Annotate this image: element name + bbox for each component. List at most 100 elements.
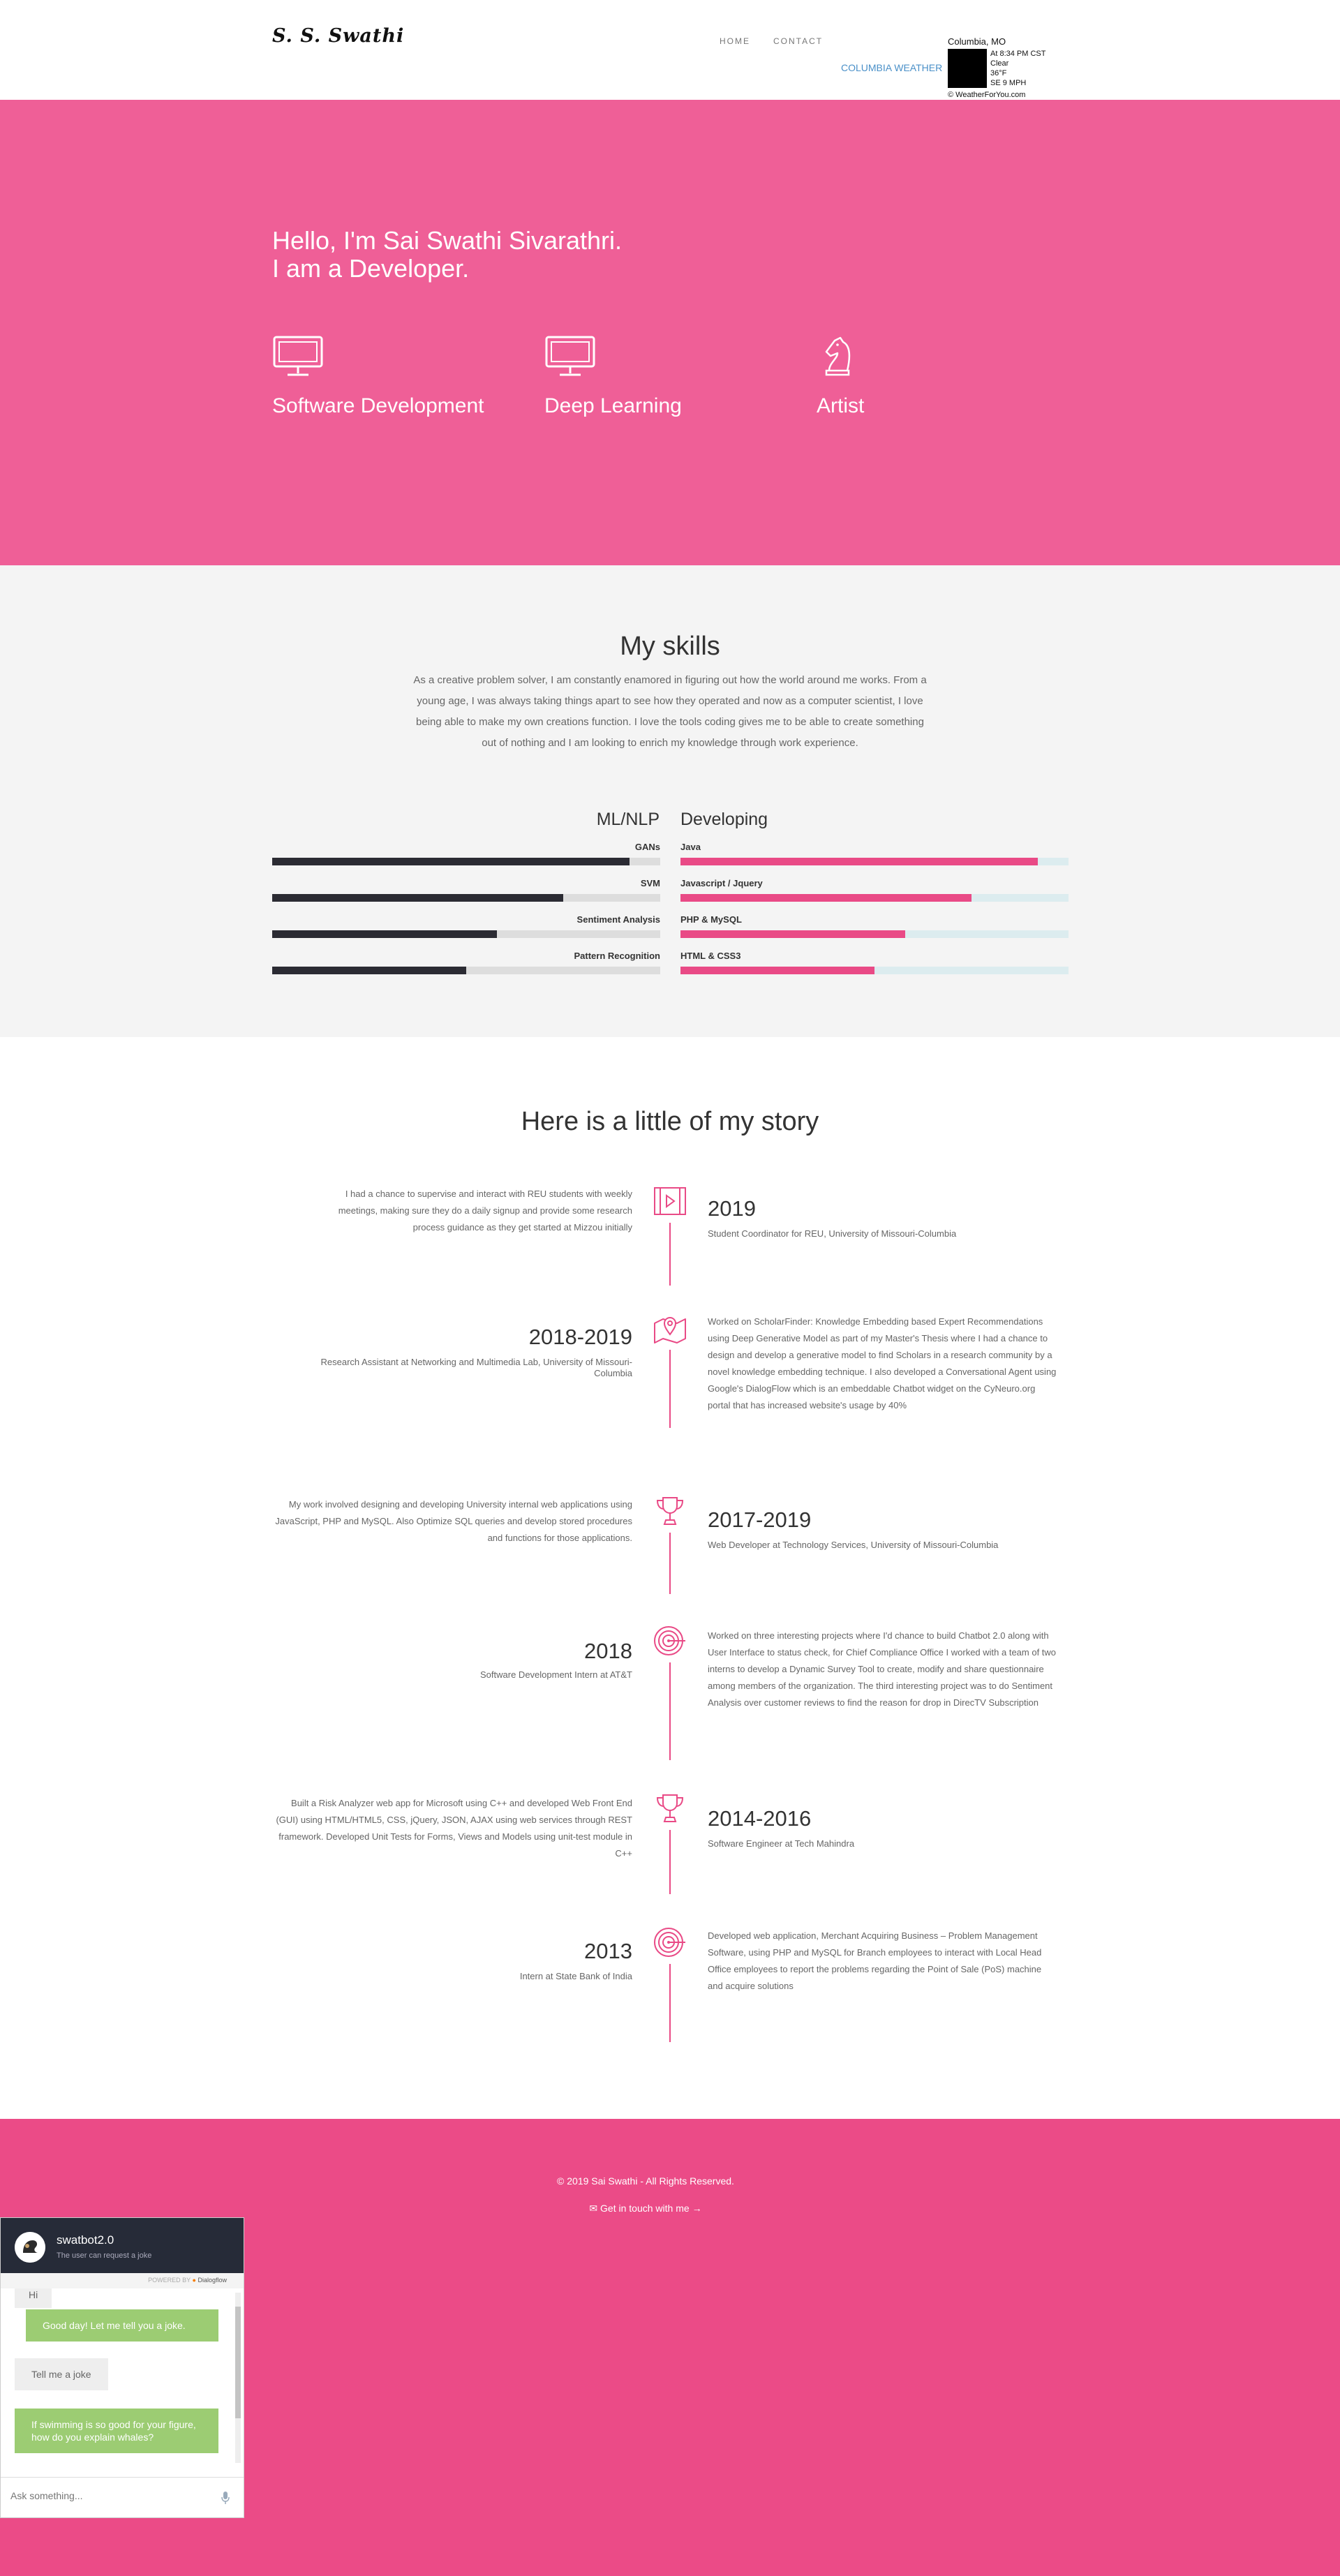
skill-fill: [272, 967, 466, 974]
skill-fill: [272, 894, 563, 902]
weather-source[interactable]: © WeatherForYou.com: [948, 91, 1025, 99]
chat-scrollbar[interactable]: [235, 2293, 241, 2463]
chatbot-name: swatbot2.0: [57, 2233, 114, 2247]
skill-bar-javascript: Javascript / Jquery: [680, 878, 1069, 902]
skill-fill: [680, 930, 906, 938]
top-nav: S. S. Swathi HOME CONTACT COLUMBIA WEATH…: [0, 0, 1340, 100]
service-software-development: Software Development: [272, 335, 496, 417]
hero-line-2: I am a Developer.: [272, 254, 470, 283]
timeline-year: 2018-2019: [528, 1325, 632, 1349]
nav-contact-link[interactable]: CONTACT: [773, 36, 823, 46]
skill-track: [272, 967, 660, 974]
bot-avatar: [15, 2232, 45, 2263]
skill-track: [272, 894, 660, 902]
skill-track: [272, 858, 660, 865]
ml-column-title: ML/NLP: [596, 810, 660, 829]
target-icon: [654, 1626, 685, 1655]
copyright-text: © 2019 Sai Swathi - All Rights Reserved.: [557, 2175, 734, 2187]
skill-bar-php-mysql: PHP & MySQL: [680, 914, 1069, 938]
weather-temp: 36°F: [990, 69, 1007, 77]
chess-knight-icon: [825, 336, 851, 376]
hero-section: Hello, I'm Sai Swathi Sivarathri. I am a…: [0, 100, 1340, 565]
timeline-year: 2019: [708, 1196, 756, 1221]
timeline-description: Built a Risk Analyzer web app for Micros…: [276, 1798, 632, 1859]
weather-night-icon: [948, 49, 987, 88]
get-in-touch-link[interactable]: ✉ Get in touch with me →: [0, 2203, 1291, 2214]
weather-time: At 8:34 PM CST: [990, 50, 1046, 58]
bot-message: If swimming is so good for your figure, …: [15, 2409, 218, 2453]
dialogflow-brand: Dialogflow: [198, 2277, 227, 2284]
timeline-role: Intern at State Bank of India: [519, 1971, 632, 1981]
timeline-year: 2013: [584, 1939, 632, 1963]
timeline-role: Student Coordinator for REU, University …: [708, 1228, 957, 1239]
timeline-role: Web Developer at Technology Services, Un…: [708, 1540, 999, 1550]
timeline-description: I had a chance to supervise and interact…: [338, 1189, 632, 1233]
timeline-line: [669, 1830, 671, 1894]
service-label: Software Development: [272, 394, 484, 417]
timeline-role: Software Development Intern at AT&T: [480, 1669, 632, 1680]
skill-fill: [680, 967, 874, 974]
skill-fill: [680, 858, 1038, 865]
chatbot-subtitle: The user can request a joke: [57, 2251, 152, 2260]
service-label: Artist: [817, 394, 865, 417]
arrow-right-icon: →: [692, 2203, 702, 2214]
skill-name: Pattern Recognition: [574, 951, 660, 961]
chat-input[interactable]: [10, 2490, 206, 2501]
skill-bar-gans: GANs: [272, 842, 660, 865]
skills-title: My skills: [620, 632, 720, 661]
trophy-icon: [656, 1497, 684, 1525]
timeline-description: Developed web application, Merchant Acqu…: [708, 1930, 1042, 1991]
trophy-icon: [656, 1794, 684, 1822]
skill-fill: [680, 894, 972, 902]
chat-messages[interactable]: Hi Good day! Let me tell you a joke. Tel…: [1, 2288, 244, 2471]
skill-bar-html-css: HTML & CSS3: [680, 951, 1069, 974]
skill-name: PHP & MySQL: [680, 914, 742, 925]
chat-scrollbar-thumb[interactable]: [235, 2307, 241, 2418]
skills-section: My skills As a creative problem solver, …: [0, 565, 1340, 1037]
timeline-line: [669, 1533, 671, 1594]
nav-home-link[interactable]: HOME: [720, 36, 750, 46]
weather-link[interactable]: COLUMBIA WEATHER: [841, 62, 942, 73]
envelope-icon: ✉: [589, 2203, 598, 2214]
skill-name: Sentiment Analysis: [576, 914, 660, 925]
timeline-line: [669, 1662, 671, 1760]
monitor-icon: [545, 336, 595, 376]
skill-track: [680, 858, 1069, 865]
skill-bar-svm: SVM: [272, 878, 660, 902]
skill-bar-pattern-recognition: Pattern Recognition: [272, 951, 660, 974]
skill-track: [680, 894, 1069, 902]
powered-by-label: POWERED BY: [148, 2277, 191, 2284]
chatbot-header[interactable]: swatbot2.0 The user can request a joke: [1, 2218, 244, 2273]
skill-bar-java: Java: [680, 842, 1069, 865]
story-title: Here is a little of my story: [521, 1107, 819, 1136]
skill-fill: [272, 930, 498, 938]
chatbot-widget: swatbot2.0 The user can request a joke P…: [0, 2217, 244, 2518]
site-logo[interactable]: S. S. Swathi: [272, 25, 404, 47]
timeline-description: My work involved designing and developin…: [275, 1499, 632, 1543]
timeline-year: 2018: [584, 1639, 632, 1663]
user-message: Tell me a joke: [15, 2358, 108, 2390]
skill-fill: [272, 858, 630, 865]
timeline-role: Software Engineer at Tech Mahindra: [708, 1838, 855, 1849]
service-artist: Artist: [817, 335, 1040, 417]
dialogflow-logo-icon: ●: [192, 2277, 196, 2284]
video-icon: [654, 1187, 686, 1215]
chat-input-bar: [1, 2477, 244, 2517]
weather-condition: Clear: [990, 59, 1009, 68]
service-deep-learning: Deep Learning: [544, 335, 768, 417]
timeline-line: [669, 1964, 671, 2042]
weather-wind: SE 9 MPH: [990, 79, 1027, 87]
skill-track: [680, 930, 1069, 938]
get-in-touch-label: Get in touch with me: [600, 2203, 690, 2214]
hero-line-1: Hello, I'm Sai Swathi Sivarathri.: [272, 226, 623, 255]
map-pin-icon: [654, 1317, 686, 1343]
skill-name: GANs: [634, 842, 660, 852]
timeline-description: Worked on ScholarFinder: Knowledge Embed…: [708, 1316, 1057, 1410]
skill-track: [272, 930, 660, 938]
timeline-role: Research Assistant at Networking and Mul…: [320, 1357, 632, 1378]
skill-track: [680, 967, 1069, 974]
skill-name: Javascript / Jquery: [680, 878, 763, 888]
skill-name: HTML & CSS3: [680, 951, 741, 961]
microphone-icon[interactable]: [221, 2492, 230, 2504]
target-icon: [654, 1928, 685, 1957]
